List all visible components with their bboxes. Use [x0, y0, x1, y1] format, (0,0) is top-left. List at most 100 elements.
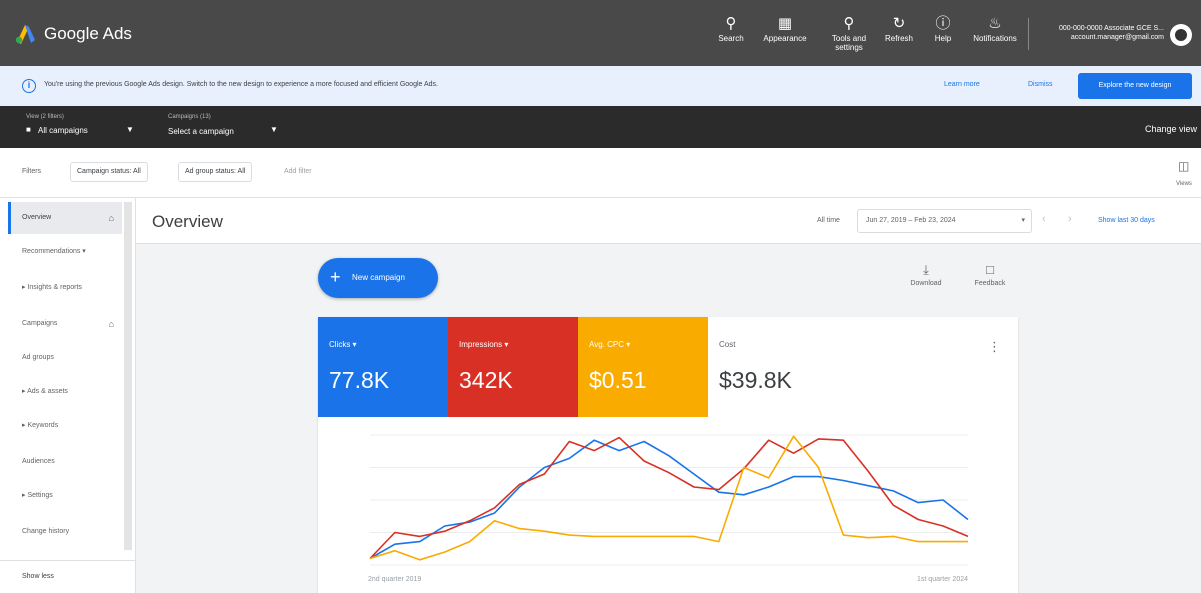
search-button[interactable]: ⚲ Search: [708, 14, 754, 43]
sidebar-item-keywords[interactable]: ▸ Keywords: [8, 410, 122, 442]
chevron-down-icon[interactable]: ▼: [270, 125, 278, 134]
performance-chart: 2nd quarter 2019 1st quarter 2024: [368, 434, 969, 583]
show-less-label: Show less: [22, 573, 54, 580]
show-last-30-days-link[interactable]: Show last 30 days: [1098, 217, 1155, 224]
refresh-label: Refresh: [884, 34, 913, 43]
wrench-icon: ⚲: [843, 15, 855, 32]
sidebar: Overview ⌂ Recommendations ▾ ▸ Insights …: [0, 198, 136, 593]
metric-tile-cost[interactable]: Cost $39.8K: [708, 317, 838, 417]
avatar[interactable]: [1170, 24, 1192, 46]
scope-bar: View (2 filters) ■ All campaigns ▼ Campa…: [0, 106, 1201, 148]
sidebar-item-ads-assets[interactable]: ▸ Ads & assets: [8, 376, 122, 408]
sidebar-item-label: Audiences: [22, 458, 55, 465]
sidebar-item-insights[interactable]: ▸ Insights & reports: [8, 272, 122, 304]
sidebar-scrollbar[interactable]: [124, 202, 132, 550]
metric-value: 342K: [459, 367, 513, 393]
add-filter-button[interactable]: Add filter: [284, 168, 312, 175]
view-filter-label: View (2 filters): [26, 114, 64, 120]
performance-card: Clicks ▾ 77.8K Impressions ▾ 342K Avg. C…: [318, 317, 1018, 593]
learn-more-link[interactable]: Learn more: [944, 81, 980, 88]
home-icon: ⌂: [108, 319, 114, 329]
metric-label: Avg. CPC ▾: [589, 340, 631, 349]
sidebar-item-campaigns[interactable]: Campaigns ⌂: [8, 308, 122, 340]
content-header: Overview All time Jun 27, 2019 – Feb 23,…: [136, 198, 1201, 244]
tools-settings-button[interactable]: ⚲ Tools and settings: [826, 14, 872, 52]
notifications-label: Notifications: [973, 34, 1017, 43]
sidebar-item-label: ▸ Settings: [22, 492, 53, 499]
sidebar-item-settings[interactable]: ▸ Settings: [8, 480, 122, 512]
date-range-value: Jun 27, 2019 – Feb 23, 2024: [866, 217, 956, 224]
sidebar-item-label: Overview: [22, 214, 52, 221]
sidebar-item-ad-groups[interactable]: Ad groups: [8, 342, 122, 374]
new-campaign-button[interactable]: + New campaign: [318, 258, 438, 298]
metric-label: Clicks ▾: [329, 340, 357, 349]
appearance-label: Appearance: [763, 34, 807, 43]
google-ads-logo-icon[interactable]: [14, 22, 36, 44]
appearance-icon: ▦: [777, 15, 793, 32]
sidebar-item-label: ▸ Keywords: [22, 422, 59, 429]
campaigns-icon: ■: [26, 125, 31, 134]
notifications-button[interactable]: ♨ Notifications: [972, 14, 1018, 43]
refresh-button[interactable]: ↻ Refresh: [876, 14, 922, 43]
chevron-down-icon[interactable]: ▼: [126, 125, 134, 134]
new-campaign-label: New campaign: [352, 273, 405, 282]
feedback-label: Feedback: [974, 280, 1006, 287]
home-icon: ⌂: [108, 213, 114, 223]
sidebar-item-label: Campaigns: [22, 320, 58, 327]
filters-label: Filters: [22, 168, 42, 175]
x-axis-start-label: 2nd quarter 2019: [368, 576, 421, 583]
metric-value: $39.8K: [719, 367, 792, 393]
feedback-button[interactable]: □ Feedback: [970, 262, 1010, 287]
chevron-left-icon[interactable]: ‹: [1042, 213, 1046, 225]
metric-tile-impressions[interactable]: Impressions ▾ 342K: [448, 317, 578, 417]
chart-series-line-3[interactable]: [369, 435, 968, 561]
top-bar: Google Ads ⚲ Search ▦ Appearance ⚲ Tools…: [0, 0, 1201, 66]
campaign-selector[interactable]: Select a campaign: [168, 127, 234, 136]
appearance-button[interactable]: ▦ Appearance: [762, 14, 808, 43]
sidebar-item-change-history[interactable]: Change history: [8, 516, 122, 548]
bell-icon: ♨: [988, 15, 1002, 32]
sidebar-item-label: Ad groups: [22, 354, 54, 361]
metric-tile-avg-cpc[interactable]: Avg. CPC ▾ $0.51: [578, 317, 708, 417]
columns-icon[interactable]: ◫: [1178, 159, 1189, 173]
page-title: Overview: [152, 212, 223, 231]
filter-chip-ad-group-status[interactable]: Ad group status: All: [178, 162, 253, 182]
metric-label: Impressions ▾: [459, 340, 509, 349]
sidebar-item-overview[interactable]: Overview ⌂: [8, 202, 122, 234]
metric-tile-clicks[interactable]: Clicks ▾ 77.8K: [318, 317, 448, 417]
filter-chip-campaign-status[interactable]: Campaign status: All: [70, 162, 148, 182]
change-view-button[interactable]: Change view: [1145, 124, 1197, 134]
x-axis-end-label: 1st quarter 2024: [917, 576, 968, 583]
dismiss-button[interactable]: Dismiss: [1028, 81, 1053, 88]
banner-message: You're using the previous Google Ads des…: [44, 81, 438, 88]
metric-value: $0.51: [589, 367, 647, 393]
date-range-picker[interactable]: Jun 27, 2019 – Feb 23, 2024 ▾: [857, 209, 1032, 233]
search-label: Search: [718, 34, 744, 43]
chart-series: [369, 435, 969, 561]
help-icon: ⓘ: [935, 15, 951, 32]
info-icon: i: [22, 79, 36, 93]
help-label: Help: [934, 34, 952, 43]
help-button[interactable]: ⓘ Help: [920, 14, 966, 43]
download-button[interactable]: ⤓ Download: [906, 262, 946, 287]
view-selector[interactable]: All campaigns: [38, 126, 88, 135]
download-label: Download: [910, 280, 942, 287]
download-icon: ⤓: [923, 262, 929, 277]
design-banner: i You're using the previous Google Ads d…: [0, 66, 1201, 106]
sidebar-item-audiences[interactable]: Audiences: [8, 446, 122, 478]
sidebar-collapse[interactable]: Show less: [0, 560, 136, 593]
campaign-count-label: Campaigns (13): [168, 114, 211, 120]
plus-icon: +: [330, 267, 341, 287]
account-info[interactable]: 000-000-0000 Associate GCE S... account.…: [1036, 24, 1164, 42]
sidebar-item-recommendations[interactable]: Recommendations ▾: [8, 236, 122, 268]
chart-series-line-1[interactable]: [369, 439, 969, 560]
metric-value: 77.8K: [329, 367, 390, 393]
views-label: Views: [1176, 181, 1192, 187]
account-email: account.manager@gmail.com: [1070, 34, 1164, 42]
sidebar-item-label: Change history: [22, 528, 70, 535]
explore-new-design-button[interactable]: Explore the new design: [1078, 73, 1192, 99]
refresh-icon: ↻: [892, 15, 906, 32]
toolbar-divider: [1028, 18, 1029, 50]
chevron-right-icon[interactable]: ›: [1068, 213, 1072, 225]
more-options-icon[interactable]: ⋮: [988, 339, 1001, 355]
